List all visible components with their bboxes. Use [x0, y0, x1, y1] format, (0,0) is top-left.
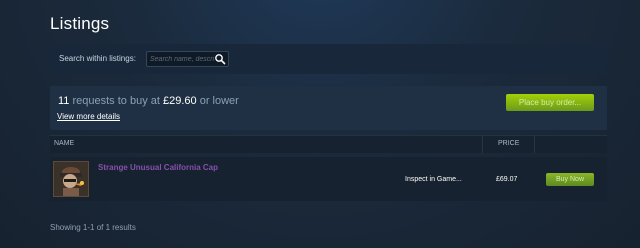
- search-box[interactable]: [146, 51, 229, 67]
- inspect-in-game-link[interactable]: Inspect in Game...: [405, 176, 462, 183]
- buy-order-count: 11: [58, 95, 70, 107]
- search-bar: Search within listings:: [50, 44, 607, 74]
- buy-order-text-end: or lower: [196, 95, 239, 107]
- buy-order-price: £29.60: [162, 95, 197, 107]
- buy-order-panel: 11 requests to buy at £29.60 or lower Vi…: [50, 86, 607, 130]
- column-header-name: NAME: [54, 140, 75, 147]
- search-input[interactable]: [150, 54, 214, 65]
- buy-order-summary: 11 requests to buy at £29.60 or lower: [58, 95, 239, 107]
- buy-now-button[interactable]: Buy Now: [546, 173, 594, 186]
- page-title: Listings: [50, 14, 110, 33]
- search-icon[interactable]: [214, 53, 226, 65]
- item-name-link[interactable]: Strange Unusual California Cap: [98, 163, 218, 172]
- item-thumbnail-image: [54, 162, 88, 196]
- view-more-details-link[interactable]: View more details: [57, 112, 120, 121]
- item-price: £69.07: [496, 176, 518, 183]
- listings-table-header: NAME PRICE: [50, 135, 607, 153]
- column-divider: [534, 136, 535, 153]
- results-count: Showing 1-1 of 1 results: [50, 223, 136, 232]
- search-label: Search within listings:: [59, 54, 136, 63]
- buy-order-text: requests to buy at: [69, 95, 163, 107]
- item-thumbnail[interactable]: [53, 161, 89, 197]
- column-header-price: PRICE: [498, 140, 520, 147]
- place-buy-order-button[interactable]: Place buy order...: [506, 94, 594, 111]
- table-row: Strange Unusual California Cap Inspect i…: [50, 157, 607, 201]
- column-divider: [482, 136, 483, 153]
